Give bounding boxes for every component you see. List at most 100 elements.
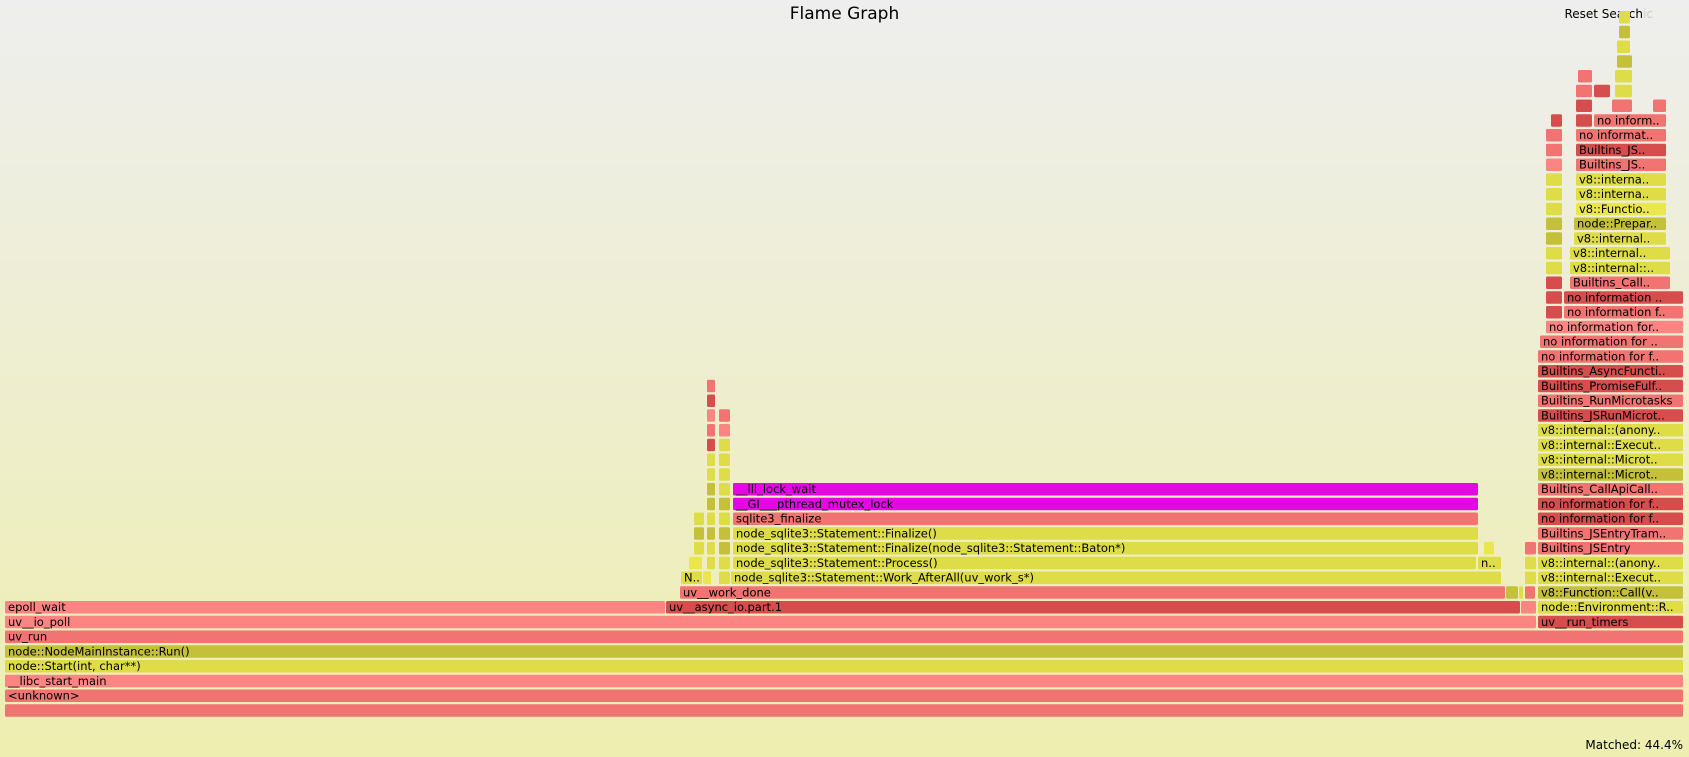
frame-rect[interactable] bbox=[1574, 217, 1666, 231]
frame[interactable] bbox=[719, 409, 730, 422]
frame-rect[interactable] bbox=[707, 542, 715, 555]
frame[interactable] bbox=[1578, 70, 1592, 83]
frame-rect[interactable] bbox=[733, 556, 1476, 570]
frame-rect[interactable] bbox=[1538, 571, 1683, 585]
frame[interactable]: v8::internal::Execut.. bbox=[1538, 438, 1683, 452]
frame[interactable]: node::Environment::R.. bbox=[1538, 600, 1683, 614]
frame[interactable]: uv__async_io.part.1 bbox=[666, 600, 1520, 614]
frame[interactable] bbox=[707, 438, 715, 452]
frame[interactable]: epoll_wait bbox=[5, 600, 665, 614]
frame[interactable] bbox=[1546, 306, 1562, 319]
frame[interactable] bbox=[719, 571, 730, 585]
frame[interactable]: uv__work_done bbox=[680, 585, 1505, 599]
frame[interactable] bbox=[694, 527, 704, 540]
frame-rect[interactable] bbox=[707, 512, 715, 526]
frame-rect[interactable] bbox=[1615, 70, 1632, 83]
frame-rect[interactable] bbox=[707, 438, 715, 452]
frame[interactable]: no information .. bbox=[1564, 290, 1683, 304]
frame[interactable] bbox=[1525, 542, 1536, 555]
frame-rect[interactable] bbox=[1576, 188, 1666, 201]
frame-rect[interactable] bbox=[707, 497, 715, 511]
frame[interactable] bbox=[1525, 586, 1535, 599]
frame-rect[interactable] bbox=[1546, 202, 1562, 216]
frame[interactable] bbox=[1546, 276, 1562, 290]
frame[interactable]: v8::internal::Execut.. bbox=[1538, 571, 1683, 585]
frame[interactable]: v8::Functio.. bbox=[1576, 202, 1666, 216]
frame[interactable]: Builtins_JSEntry bbox=[1538, 541, 1683, 555]
frame[interactable]: v8::internal::Microt.. bbox=[1538, 453, 1683, 467]
frame-rect[interactable] bbox=[1574, 232, 1666, 245]
frame-rect[interactable] bbox=[707, 527, 715, 540]
frame[interactable]: N.. bbox=[681, 571, 702, 585]
frame[interactable] bbox=[1576, 114, 1592, 127]
frame[interactable] bbox=[1576, 84, 1592, 98]
frame-rect[interactable] bbox=[1619, 25, 1630, 39]
frame-rect[interactable] bbox=[1546, 291, 1562, 304]
frame[interactable]: uv_run bbox=[5, 630, 1683, 644]
frame-rect[interactable] bbox=[1484, 542, 1494, 555]
frame[interactable] bbox=[1525, 556, 1536, 570]
frame-rect[interactable] bbox=[1564, 291, 1683, 304]
frame[interactable]: no information for f.. bbox=[1538, 497, 1683, 511]
frame[interactable] bbox=[689, 556, 702, 570]
frame-rect[interactable] bbox=[1519, 586, 1523, 599]
frame-rect[interactable] bbox=[1546, 173, 1562, 186]
frame[interactable]: sqlite3_finalize bbox=[733, 512, 1478, 526]
frame[interactable]: no information for f.. bbox=[1538, 349, 1683, 363]
frame[interactable]: v8::internal.. bbox=[1570, 246, 1670, 260]
frame[interactable]: uv__io_poll bbox=[5, 615, 1536, 629]
frame[interactable] bbox=[1521, 601, 1536, 614]
frame[interactable]: node_sqlite3::Statement::Process() bbox=[733, 556, 1476, 570]
frame-rect[interactable] bbox=[1525, 571, 1536, 585]
frame[interactable] bbox=[707, 453, 715, 467]
frame[interactable]: v8::internal::.. bbox=[1570, 261, 1670, 275]
frame-rect[interactable] bbox=[733, 497, 1478, 511]
frame[interactable]: v8::interna.. bbox=[1576, 187, 1666, 201]
frame-rect[interactable] bbox=[1546, 143, 1562, 157]
frame-rect[interactable] bbox=[707, 379, 715, 393]
frame-rect[interactable] bbox=[707, 453, 715, 467]
frame-rect[interactable] bbox=[1578, 70, 1592, 83]
frame-rect[interactable] bbox=[707, 483, 715, 496]
frame[interactable] bbox=[5, 704, 1683, 717]
frame-rect[interactable] bbox=[1570, 261, 1670, 275]
frame-rect[interactable] bbox=[1538, 542, 1683, 555]
frame[interactable] bbox=[707, 483, 715, 496]
frame[interactable] bbox=[707, 409, 715, 422]
frame-rect[interactable] bbox=[1576, 173, 1666, 186]
frame[interactable] bbox=[1617, 55, 1632, 68]
frame-rect[interactable] bbox=[694, 542, 704, 555]
frame[interactable]: __GI___pthread_mutex_lock bbox=[733, 497, 1478, 511]
frame[interactable] bbox=[1546, 232, 1562, 245]
frame-rect[interactable] bbox=[1525, 586, 1535, 599]
frame-rect[interactable] bbox=[1538, 615, 1683, 629]
frame-rect[interactable] bbox=[707, 424, 715, 437]
frame-rect[interactable] bbox=[5, 704, 1683, 717]
frame[interactable]: no inform.. bbox=[1594, 113, 1666, 127]
frame[interactable]: Builtins_RunMicrotasks bbox=[1538, 394, 1683, 408]
frame-rect[interactable] bbox=[5, 615, 1536, 629]
frame-rect[interactable] bbox=[694, 527, 704, 540]
frame-rect[interactable] bbox=[1538, 512, 1683, 526]
frame-rect[interactable] bbox=[1546, 129, 1562, 142]
frame-rect[interactable] bbox=[731, 571, 1501, 585]
frame[interactable] bbox=[1546, 247, 1562, 260]
frame[interactable]: node_sqlite3::Statement::Finalize(node_s… bbox=[733, 541, 1478, 555]
frame[interactable]: v8::internal.. bbox=[1574, 231, 1666, 245]
frame-rect[interactable] bbox=[1576, 99, 1592, 113]
frame-rect[interactable] bbox=[1653, 99, 1666, 113]
frame-rect[interactable] bbox=[719, 512, 730, 526]
frame[interactable] bbox=[707, 542, 715, 555]
frame[interactable] bbox=[1615, 70, 1632, 83]
frame[interactable] bbox=[707, 394, 715, 408]
frame[interactable]: uv__run_timers bbox=[1538, 615, 1683, 629]
frame-rect[interactable] bbox=[1564, 306, 1683, 319]
frame-rect[interactable] bbox=[1617, 55, 1632, 68]
frame-rect[interactable] bbox=[1617, 40, 1630, 54]
frame-rect[interactable] bbox=[1538, 601, 1683, 614]
frame[interactable]: node::Prepar.. bbox=[1574, 217, 1666, 231]
frame[interactable] bbox=[1617, 40, 1630, 54]
frame-rect[interactable] bbox=[1570, 247, 1670, 260]
frame-rect[interactable] bbox=[719, 542, 730, 555]
frame[interactable]: Builtins_JS.. bbox=[1576, 143, 1666, 157]
